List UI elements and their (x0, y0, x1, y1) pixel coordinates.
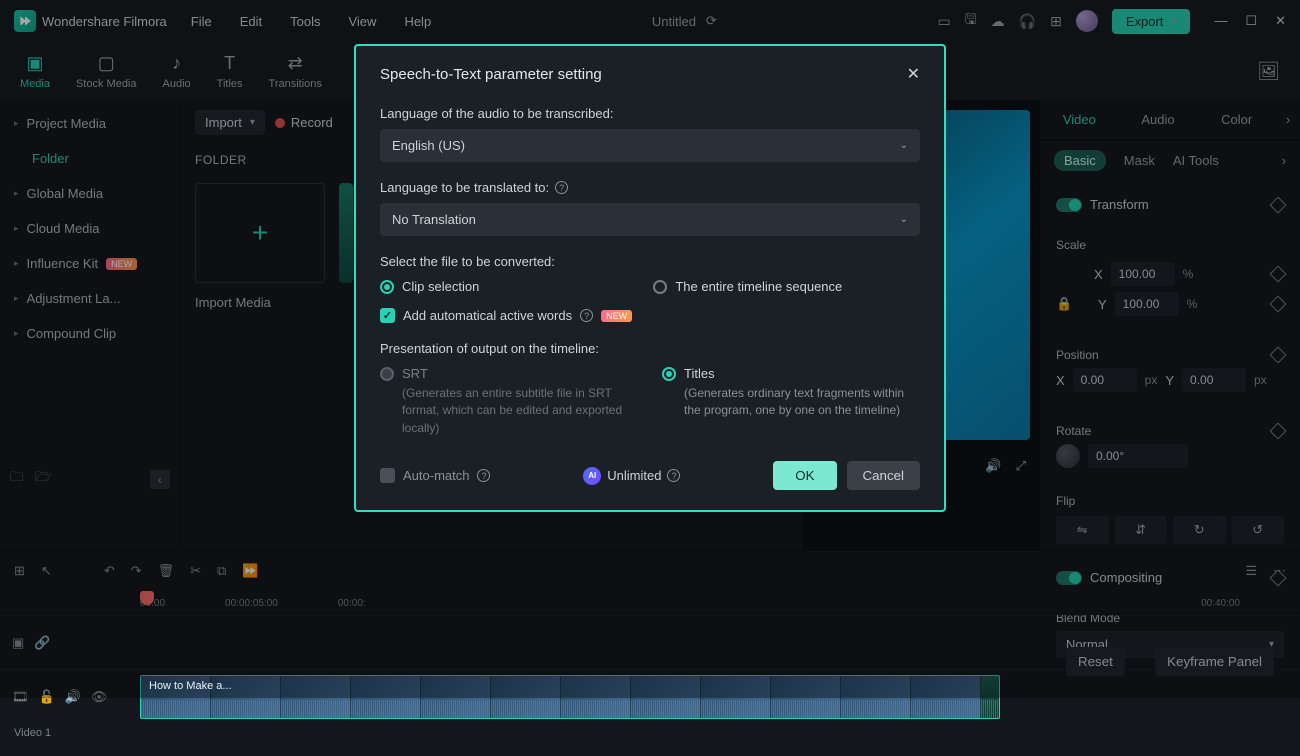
radio-icon (662, 367, 676, 381)
help-icon[interactable]: ? (555, 181, 568, 194)
waveform (141, 700, 999, 718)
ok-button[interactable]: OK (773, 461, 836, 490)
checkbox-icon: ✓ (380, 468, 395, 483)
clip-label: How to Make a... (149, 680, 232, 692)
close-icon[interactable]: ✕ (907, 64, 920, 84)
ai-badge-icon: AI (583, 467, 601, 485)
radio-icon (380, 367, 394, 381)
modal-backdrop: Speech-to-Text parameter setting ✕ Langu… (0, 0, 1300, 698)
titles-description: (Generates ordinary text fragments withi… (662, 385, 920, 420)
new-badge: NEW (601, 310, 632, 322)
srt-description: (Generates an entire subtitle file in SR… (380, 385, 638, 437)
translate-select[interactable]: No Translation⌄ (380, 203, 920, 236)
checkbox-active-words[interactable]: ✓ Add automatical active words ? NEW (380, 308, 920, 323)
radio-icon (380, 280, 394, 294)
help-icon[interactable]: ? (477, 469, 490, 482)
track-label: Video 1 (0, 723, 1300, 743)
radio-titles[interactable]: Titles (662, 366, 920, 381)
presentation-label: Presentation of output on the timeline: (380, 341, 920, 356)
select-file-label: Select the file to be converted: (380, 254, 920, 269)
speech-to-text-modal: Speech-to-Text parameter setting ✕ Langu… (354, 44, 946, 512)
modal-title: Speech-to-Text parameter setting (380, 66, 602, 83)
unlimited-label: Unlimited (607, 468, 661, 483)
language-select[interactable]: English (US)⌄ (380, 129, 920, 162)
help-icon[interactable]: ? (580, 309, 593, 322)
radio-icon (653, 280, 667, 294)
radio-clip-selection[interactable]: Clip selection (380, 279, 479, 294)
checkbox-icon: ✓ (380, 308, 395, 323)
radio-entire-timeline[interactable]: The entire timeline sequence (653, 279, 842, 294)
checkbox-auto-match[interactable]: ✓ Auto-match ? (380, 468, 490, 483)
language-label: Language of the audio to be transcribed: (380, 106, 920, 121)
cancel-button[interactable]: Cancel (847, 461, 921, 490)
help-icon[interactable]: ? (667, 469, 680, 482)
translate-label: Language to be translated to: ? (380, 180, 920, 195)
radio-srt[interactable]: SRT (380, 366, 638, 381)
